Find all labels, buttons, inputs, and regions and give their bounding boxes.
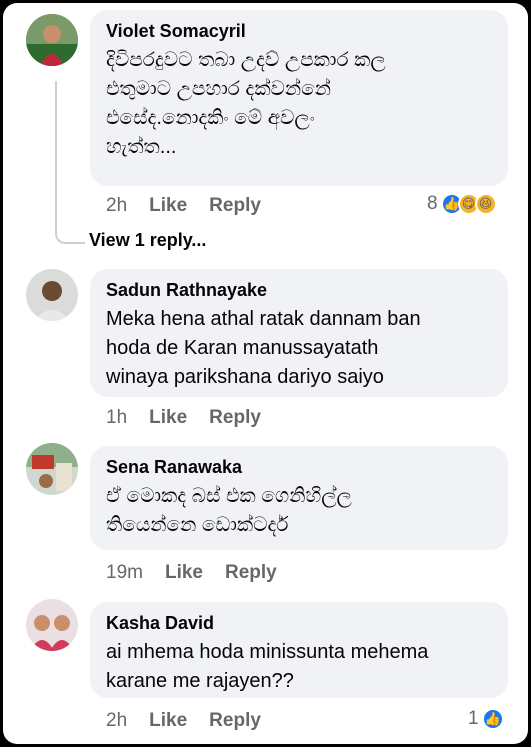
- avatar[interactable]: [26, 269, 78, 321]
- comment-author[interactable]: Violet Somacyril: [106, 20, 492, 42]
- comment-actions: 2h Like Reply: [106, 710, 283, 732]
- comment-text: ඒ මොකද බස් එක ගෙනිහිල්ල තියෙන්නෙ ඩොක්ටර්…: [106, 485, 352, 536]
- comment-bubble: Violet Somacyril දිවිපරදුවට තබා උදව් උපක…: [90, 10, 508, 186]
- comment-text: Meka hena athal ratak dannam ban hoda de…: [106, 308, 421, 388]
- laugh-icon: 😆: [474, 193, 497, 215]
- reaction-summary[interactable]: 1 👍: [468, 708, 504, 730]
- comment-bubble: Sena Ranawaka ඒ මොකද බස් එක ගෙනිහිල්ල ති…: [90, 446, 508, 550]
- comment-bubble: Kasha David ai mhema hoda minissunta meh…: [90, 602, 508, 698]
- comment-author[interactable]: Sena Ranawaka: [106, 456, 492, 478]
- reply-button[interactable]: Reply: [209, 710, 261, 732]
- comment-bubble: Sadun Rathnayake Meka hena athal ratak d…: [90, 269, 508, 397]
- comment-actions: 19m Like Reply: [106, 562, 299, 584]
- reply-button[interactable]: Reply: [209, 195, 261, 217]
- comments-panel: Violet Somacyril දිවිපරදුවට තබා උදව් උපක…: [3, 3, 528, 744]
- view-replies-link[interactable]: View 1 reply...: [89, 230, 206, 251]
- comment-author[interactable]: Kasha David: [106, 612, 492, 634]
- comment-text: දිවිපරදුවට තබා උදව් උපකාර කල එතුමාට උපහා…: [106, 49, 386, 158]
- comment-actions: 2h Like Reply: [106, 195, 283, 217]
- avatar[interactable]: [26, 14, 78, 66]
- comment-text: ai mhema hoda minissunta mehema karane m…: [106, 641, 429, 692]
- avatar[interactable]: [26, 443, 78, 495]
- reply-button[interactable]: Reply: [225, 562, 277, 584]
- comment-actions: 1h Like Reply: [106, 407, 283, 429]
- like-button[interactable]: Like: [149, 195, 187, 217]
- reply-button[interactable]: Reply: [209, 407, 261, 429]
- reaction-count: 8: [427, 193, 438, 214]
- reaction-summary[interactable]: 8 👍 😋 😆: [427, 193, 497, 215]
- comment-time[interactable]: 2h: [106, 710, 127, 732]
- comment-time[interactable]: 2h: [106, 195, 127, 217]
- like-button[interactable]: Like: [165, 562, 203, 584]
- comment-time[interactable]: 1h: [106, 407, 127, 429]
- reaction-count: 1: [468, 708, 479, 729]
- like-button[interactable]: Like: [149, 407, 187, 429]
- like-icon: 👍: [481, 708, 504, 730]
- avatar[interactable]: [26, 599, 78, 651]
- comment-time[interactable]: 19m: [106, 562, 143, 584]
- like-button[interactable]: Like: [149, 710, 187, 732]
- comment-author[interactable]: Sadun Rathnayake: [106, 279, 492, 301]
- thread-line: [55, 81, 85, 244]
